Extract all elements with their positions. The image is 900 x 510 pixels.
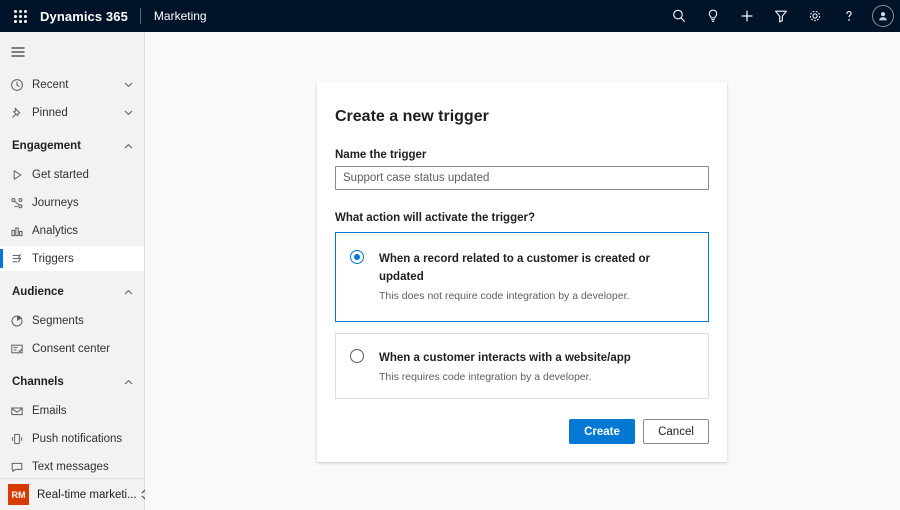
app-name-label[interactable]: Marketing xyxy=(141,9,207,23)
insights-button[interactable] xyxy=(696,0,730,32)
sidebar-item-text-messages[interactable]: Text messages xyxy=(0,454,144,478)
app-switcher-label: Real-time marketi... xyxy=(29,489,137,501)
chevron-up-icon[interactable] xyxy=(123,141,134,152)
play-triangle-icon xyxy=(10,168,32,182)
filter-button[interactable] xyxy=(764,0,798,32)
lightbulb-icon xyxy=(705,8,721,24)
option-title: When a customer interacts with a website… xyxy=(379,352,631,364)
sidebar-section-label: Audience xyxy=(12,286,64,298)
settings-button[interactable] xyxy=(798,0,832,32)
name-field-label: Name the trigger xyxy=(335,149,709,161)
sidebar: Recent Pinned xyxy=(0,32,145,510)
pin-icon xyxy=(10,106,32,120)
app-badge: RM xyxy=(8,484,29,505)
consent-center-icon xyxy=(10,342,32,356)
user-avatar-button[interactable] xyxy=(866,0,900,32)
sidebar-item-consent-center[interactable]: Consent center xyxy=(0,336,144,361)
sidebar-item-label: Journeys xyxy=(32,197,79,209)
envelope-icon xyxy=(10,404,32,418)
sidebar-item-label: Consent center xyxy=(32,343,110,355)
sidebar-item-segments[interactable]: Segments xyxy=(0,308,144,333)
app-root: Dynamics 365 Marketing xyxy=(0,0,900,510)
search-button[interactable] xyxy=(662,0,696,32)
user-avatar-icon xyxy=(877,10,889,22)
sidebar-item-label: Triggers xyxy=(32,253,74,265)
sidebar-item-analytics[interactable]: Analytics xyxy=(0,218,144,243)
sidebar-item-label: Text messages xyxy=(32,461,109,473)
trigger-option-website[interactable]: When a customer interacts with a website… xyxy=(335,333,709,399)
radio-website-option[interactable] xyxy=(350,349,364,363)
sidebar-item-label: Segments xyxy=(32,315,84,327)
sidebar-item-label: Push notifications xyxy=(32,433,122,445)
waffle-grid-icon[interactable] xyxy=(0,0,40,32)
main-canvas: Create a new trigger Name the trigger Wh… xyxy=(145,32,900,510)
clock-icon xyxy=(10,78,32,92)
sidebar-item-journeys[interactable]: Journeys xyxy=(0,190,144,215)
trigger-name-input[interactable] xyxy=(335,166,709,190)
app-body: Recent Pinned xyxy=(0,32,900,510)
option-description: This requires code integration by a deve… xyxy=(379,370,631,384)
sidebar-section-engagement[interactable]: Engagement xyxy=(0,133,144,159)
sidebar-item-get-started[interactable]: Get started xyxy=(0,162,144,187)
action-question-label: What action will activate the trigger? xyxy=(335,212,709,224)
option-title: When a record related to a customer is c… xyxy=(379,253,650,283)
create-button[interactable]: Create xyxy=(569,419,635,444)
sidebar-item-emails[interactable]: Emails xyxy=(0,398,144,423)
cancel-button[interactable]: Cancel xyxy=(643,419,709,444)
gear-icon xyxy=(807,8,823,24)
chat-bubble-icon xyxy=(10,460,32,474)
create-trigger-card: Create a new trigger Name the trigger Wh… xyxy=(317,82,727,462)
sidebar-toggle-button[interactable] xyxy=(0,32,144,72)
new-button[interactable] xyxy=(730,0,764,32)
question-icon xyxy=(841,8,857,24)
sidebar-scroll: Recent Pinned xyxy=(0,32,144,478)
trigger-option-record[interactable]: When a record related to a customer is c… xyxy=(335,232,709,322)
filter-icon xyxy=(773,8,789,24)
plus-icon xyxy=(739,8,755,24)
sidebar-section-audience[interactable]: Audience xyxy=(0,279,144,305)
segments-icon xyxy=(10,314,32,328)
option-description: This does not require code integration b… xyxy=(379,289,696,303)
analytics-icon xyxy=(10,224,32,238)
brand-title[interactable]: Dynamics 365 xyxy=(40,9,140,24)
sidebar-item-label: Pinned xyxy=(32,107,68,119)
triggers-icon xyxy=(10,252,32,266)
sidebar-item-triggers[interactable]: Triggers xyxy=(0,246,144,271)
radio-record-option[interactable] xyxy=(350,250,364,264)
mobile-icon xyxy=(10,432,32,446)
sidebar-item-pinned[interactable]: Pinned xyxy=(0,100,144,125)
search-icon xyxy=(671,8,687,24)
chevron-up-icon[interactable] xyxy=(123,287,134,298)
card-actions: Create Cancel xyxy=(335,419,709,444)
option-text: When a record related to a customer is c… xyxy=(364,249,696,303)
sidebar-section-label: Channels xyxy=(12,376,64,388)
top-header: Dynamics 365 Marketing xyxy=(0,0,900,32)
sidebar-item-label: Analytics xyxy=(32,225,78,237)
sidebar-item-recent[interactable]: Recent xyxy=(0,72,144,97)
chevron-up-icon[interactable] xyxy=(123,377,134,388)
chevron-down-icon[interactable] xyxy=(123,79,134,90)
avatar xyxy=(872,5,894,27)
sidebar-item-label: Get started xyxy=(32,169,89,181)
app-switcher[interactable]: RM Real-time marketi... xyxy=(0,478,144,510)
sidebar-item-push-notifications[interactable]: Push notifications xyxy=(0,426,144,451)
chevron-down-icon[interactable] xyxy=(123,107,134,118)
sidebar-item-label: Emails xyxy=(32,405,67,417)
journeys-icon xyxy=(10,196,32,210)
sidebar-item-label: Recent xyxy=(32,79,68,91)
sidebar-section-label: Engagement xyxy=(12,140,81,152)
page-title: Create a new trigger xyxy=(335,102,709,126)
hamburger-icon xyxy=(10,45,26,59)
help-button[interactable] xyxy=(832,0,866,32)
option-text: When a customer interacts with a website… xyxy=(364,348,631,384)
sidebar-section-channels[interactable]: Channels xyxy=(0,369,144,395)
header-actions xyxy=(662,0,900,32)
